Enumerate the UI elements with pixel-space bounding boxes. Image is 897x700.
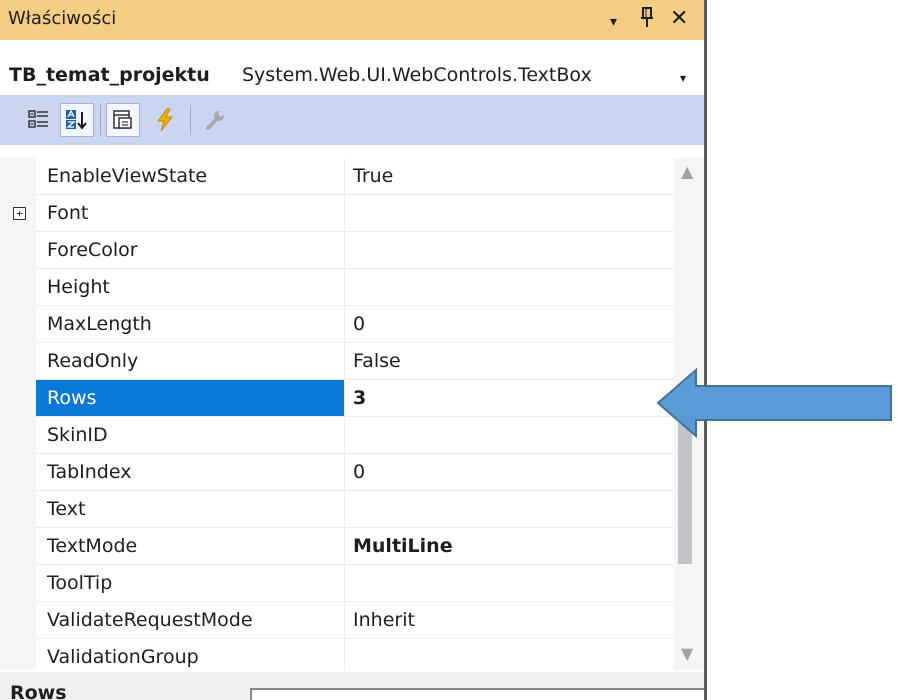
object-name: TB_temat_projektu bbox=[9, 64, 210, 86]
toolbar-separator bbox=[190, 105, 191, 135]
callout-arrow bbox=[656, 367, 894, 442]
property-value[interactable] bbox=[345, 195, 674, 232]
alphabetical-button[interactable] bbox=[60, 103, 94, 137]
property-row-enableviewstate[interactable]: EnableViewState True bbox=[0, 158, 674, 195]
property-name: MaxLength bbox=[36, 306, 345, 343]
panel-titlebar[interactable]: Właściwości ▾ ✕ bbox=[0, 0, 704, 40]
row-gutter bbox=[0, 639, 36, 670]
property-row-validationgroup[interactable]: ValidationGroup bbox=[0, 639, 674, 670]
row-gutter: + bbox=[0, 195, 36, 232]
toolbar-separator bbox=[100, 105, 101, 135]
property-row-tabindex[interactable]: TabIndex 0 bbox=[0, 454, 674, 491]
row-gutter bbox=[0, 158, 36, 195]
row-gutter bbox=[0, 306, 36, 343]
property-value[interactable]: MultiLine bbox=[345, 528, 674, 565]
property-name: ToolTip bbox=[36, 565, 345, 602]
scroll-up-icon[interactable]: ▲ bbox=[681, 162, 693, 181]
scroll-down-icon[interactable]: ▼ bbox=[681, 644, 693, 663]
property-value[interactable]: Inherit bbox=[345, 602, 674, 639]
property-row-font[interactable]: + Font bbox=[0, 195, 674, 232]
property-name: TextMode bbox=[36, 528, 345, 565]
description-title: Rows bbox=[10, 682, 67, 700]
categorized-icon bbox=[28, 110, 48, 128]
property-value[interactable]: False bbox=[345, 343, 674, 380]
property-value[interactable]: 0 bbox=[345, 306, 674, 343]
property-name: ValidationGroup bbox=[36, 639, 345, 670]
wrench-icon bbox=[206, 111, 224, 130]
property-name: Height bbox=[36, 269, 345, 306]
property-row-height[interactable]: Height bbox=[0, 269, 674, 306]
property-row-text[interactable]: Text bbox=[0, 491, 674, 528]
property-name: EnableViewState bbox=[36, 158, 345, 195]
property-name: ForeColor bbox=[36, 232, 345, 269]
row-gutter bbox=[0, 602, 36, 639]
property-value[interactable] bbox=[345, 565, 674, 602]
property-row-textmode[interactable]: TextMode MultiLine bbox=[0, 528, 674, 565]
property-name: TabIndex bbox=[36, 454, 345, 491]
property-name: Font bbox=[36, 195, 345, 232]
events-icon bbox=[157, 108, 173, 132]
property-name: ReadOnly bbox=[36, 343, 345, 380]
property-row-rows[interactable]: Rows 3 bbox=[0, 380, 674, 417]
row-gutter bbox=[0, 380, 36, 417]
window-position-dropdown-icon[interactable]: ▾ bbox=[610, 9, 617, 35]
row-gutter bbox=[0, 232, 36, 269]
properties-icon bbox=[113, 110, 132, 129]
categorized-button[interactable] bbox=[22, 103, 56, 137]
property-value[interactable] bbox=[345, 491, 674, 528]
expand-icon[interactable]: + bbox=[13, 207, 26, 220]
object-selector[interactable]: TB_temat_projektu System.Web.UI.WebContr… bbox=[0, 40, 704, 92]
object-type: System.Web.UI.WebControls.TextBox bbox=[242, 64, 592, 86]
property-value[interactable]: 3 bbox=[345, 380, 674, 417]
property-value[interactable]: 0 bbox=[345, 454, 674, 491]
property-row-tooltip[interactable]: ToolTip bbox=[0, 565, 674, 602]
chevron-down-icon[interactable]: ▾ bbox=[680, 71, 686, 85]
row-gutter bbox=[0, 565, 36, 602]
description-splitter[interactable] bbox=[250, 688, 704, 700]
property-row-validaterequestmode[interactable]: ValidateRequestMode Inherit bbox=[0, 602, 674, 639]
property-value[interactable] bbox=[345, 639, 674, 670]
row-gutter bbox=[0, 269, 36, 306]
property-value[interactable] bbox=[345, 417, 674, 454]
property-row-skinid[interactable]: SkinID bbox=[0, 417, 674, 454]
property-pages-button[interactable] bbox=[198, 103, 232, 137]
events-button[interactable] bbox=[148, 103, 182, 137]
property-row-forecolor[interactable]: ForeColor bbox=[0, 232, 674, 269]
close-icon[interactable]: ✕ bbox=[670, 6, 688, 32]
row-gutter bbox=[0, 417, 36, 454]
property-name: Text bbox=[36, 491, 345, 528]
property-name: ValidateRequestMode bbox=[36, 602, 345, 639]
row-gutter bbox=[0, 454, 36, 491]
property-name: SkinID bbox=[36, 417, 345, 454]
property-value[interactable]: True bbox=[345, 158, 674, 195]
properties-button[interactable] bbox=[106, 103, 140, 137]
properties-panel: Właściwości ▾ ✕ TB_temat_projektu System… bbox=[0, 0, 707, 700]
property-name: Rows bbox=[36, 380, 345, 417]
property-row-readonly[interactable]: ReadOnly False bbox=[0, 343, 674, 380]
row-gutter bbox=[0, 343, 36, 380]
pin-icon[interactable] bbox=[640, 6, 654, 34]
panel-title: Właściwości bbox=[8, 8, 117, 29]
row-gutter bbox=[0, 491, 36, 528]
alphabetical-icon bbox=[66, 109, 87, 130]
pin-icon-shape bbox=[641, 7, 653, 27]
property-value[interactable] bbox=[345, 269, 674, 306]
left-arrow-icon bbox=[656, 367, 892, 439]
property-row-maxlength[interactable]: MaxLength 0 bbox=[0, 306, 674, 343]
row-gutter bbox=[0, 528, 36, 565]
properties-toolbar bbox=[0, 95, 704, 145]
property-value[interactable] bbox=[345, 232, 674, 269]
